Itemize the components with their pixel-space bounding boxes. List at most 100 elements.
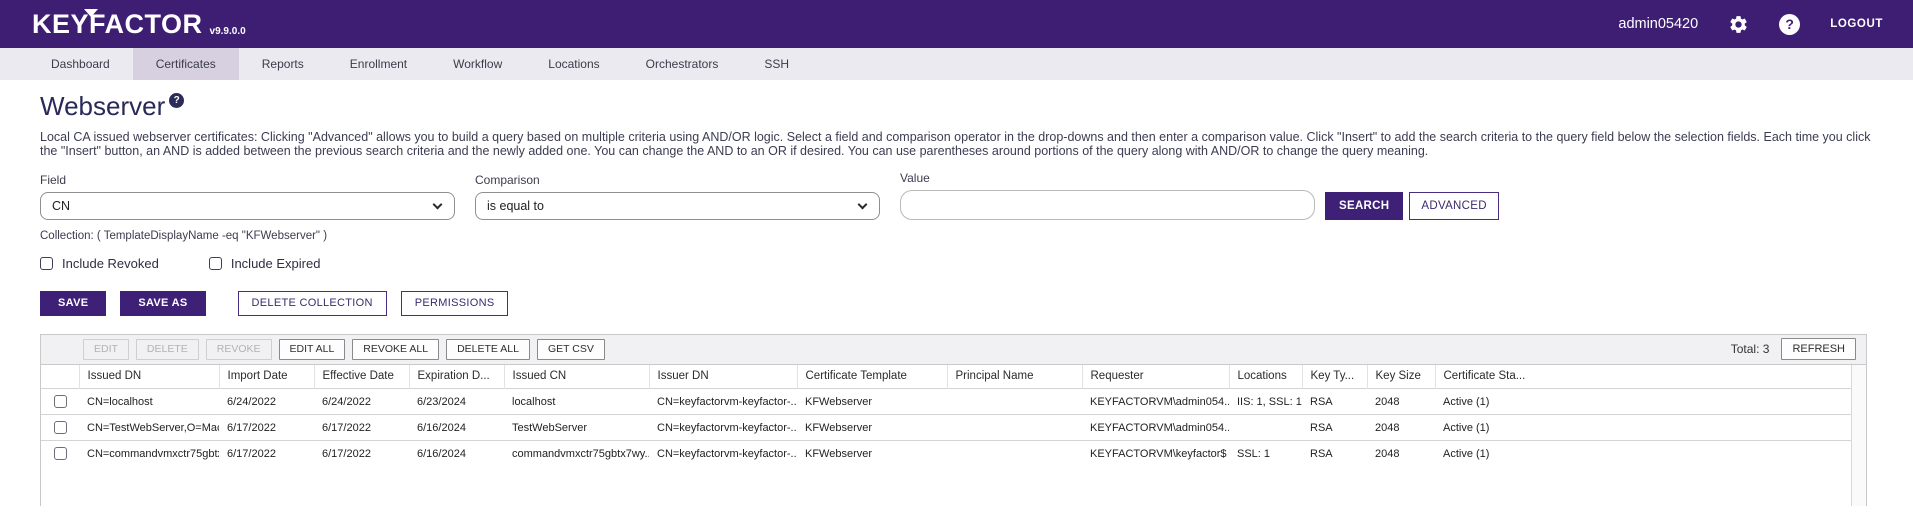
col-certificate-template[interactable]: Certificate Template — [797, 365, 947, 389]
field-select[interactable]: CN — [40, 192, 455, 220]
table-row[interactable]: CN=commandvmxctr75gbtx... 6/17/2022 6/17… — [41, 441, 1866, 467]
cell-issued-cn: TestWebServer — [504, 415, 649, 441]
col-principal-name[interactable]: Principal Name — [947, 365, 1082, 389]
include-expired-option[interactable]: Include Expired — [209, 256, 321, 271]
cell-issuer-dn: CN=keyfactorvm-keyfactor-... — [649, 441, 797, 467]
grid-scrollbar[interactable] — [1851, 365, 1866, 506]
cell-certificate-template: KFWebserver — [797, 415, 947, 441]
nav-item-orchestrators[interactable]: Orchestrators — [623, 48, 742, 80]
nav-item-workflow[interactable]: Workflow — [430, 48, 525, 80]
delete-collection-button[interactable]: DELETE COLLECTION — [238, 291, 387, 316]
cell-expiration-date: 6/16/2024 — [409, 415, 504, 441]
col-issued-dn[interactable]: Issued DN — [79, 365, 219, 389]
logo-text: KEYFACTOR — [32, 9, 203, 39]
cell-key-size: 2048 — [1367, 441, 1435, 467]
nav-item-reports[interactable]: Reports — [239, 48, 327, 80]
app-version: v9.9.0.0 — [210, 26, 246, 37]
collection-query: Collection: ( TemplateDisplayName -eq "K… — [40, 230, 1875, 242]
table-row[interactable]: CN=localhost 6/24/2022 6/24/2022 6/23/20… — [41, 389, 1866, 415]
cell-issued-cn: localhost — [504, 389, 649, 415]
nav-item-locations[interactable]: Locations — [525, 48, 622, 80]
row-checkbox[interactable] — [54, 395, 67, 408]
keyfactor-logo: KEYFACTOR — [32, 11, 203, 38]
col-certificate-status[interactable]: Certificate Sta... — [1435, 365, 1866, 389]
include-expired-checkbox[interactable] — [209, 257, 222, 270]
brand: KEYFACTOR v9.9.0.0 — [32, 11, 246, 38]
logged-in-username: admin05420 — [1618, 16, 1698, 32]
site-header: KEYFACTOR v9.9.0.0 admin05420 ? LOGOUT — [0, 0, 1913, 48]
include-revoked-label: Include Revoked — [62, 256, 159, 271]
col-expiration-date[interactable]: Expiration D... — [409, 365, 504, 389]
cell-effective-date: 6/17/2022 — [314, 441, 409, 467]
comparison-select[interactable]: is equal to — [475, 192, 880, 220]
col-issued-cn[interactable]: Issued CN — [504, 365, 649, 389]
cell-principal-name — [947, 389, 1082, 415]
grid-toolbar: EDIT DELETE REVOKE EDIT ALL REVOKE ALL D… — [41, 335, 1866, 365]
cell-certificate-status: Active (1) — [1435, 415, 1866, 441]
cell-issued-dn: CN=localhost — [79, 389, 219, 415]
cell-principal-name — [947, 441, 1082, 467]
select-all-header — [41, 365, 79, 389]
cell-effective-date: 6/24/2022 — [314, 389, 409, 415]
permissions-button[interactable]: PERMISSIONS — [401, 291, 509, 316]
main-nav: Dashboard Certificates Reports Enrollmen… — [0, 48, 1913, 80]
nav-item-certificates[interactable]: Certificates — [133, 48, 239, 80]
collection-actions: SAVE SAVE AS DELETE COLLECTION PERMISSIO… — [40, 291, 1875, 316]
col-requester[interactable]: Requester — [1082, 365, 1229, 389]
row-checkbox[interactable] — [54, 421, 67, 434]
cell-key-type: RSA — [1302, 415, 1367, 441]
cell-certificate-template: KFWebserver — [797, 389, 947, 415]
gear-icon[interactable] — [1728, 14, 1749, 35]
table-row[interactable]: CN=TestWebServer,O=Mac... 6/17/2022 6/17… — [41, 415, 1866, 441]
delete-button: DELETE — [136, 339, 199, 360]
cell-issued-cn: commandvmxctr75gbtx7wy... — [504, 441, 649, 467]
certificate-grid: EDIT DELETE REVOKE EDIT ALL REVOKE ALL D… — [40, 334, 1867, 506]
cell-locations: IIS: 1, SSL: 1 — [1229, 389, 1302, 415]
logout-button[interactable]: LOGOUT — [1830, 18, 1883, 30]
col-key-size[interactable]: Key Size — [1367, 365, 1435, 389]
revoke-button: REVOKE — [206, 339, 272, 360]
include-revoked-checkbox[interactable] — [40, 257, 53, 270]
col-key-type[interactable]: Key Ty... — [1302, 365, 1367, 389]
cell-import-date: 6/17/2022 — [219, 415, 314, 441]
help-icon[interactable]: ? — [1779, 14, 1800, 35]
revoke-all-button[interactable]: REVOKE ALL — [352, 339, 439, 360]
title-help-icon[interactable]: ? — [169, 93, 184, 108]
advanced-button[interactable]: ADVANCED — [1409, 192, 1498, 220]
header-right: admin05420 ? LOGOUT — [1618, 14, 1883, 35]
value-input[interactable] — [900, 190, 1315, 220]
chevron-down-icon — [858, 199, 868, 209]
certificate-table: Issued DN Import Date Effective Date Exp… — [41, 365, 1866, 467]
save-button[interactable]: SAVE — [40, 291, 106, 316]
cell-key-type: RSA — [1302, 441, 1367, 467]
edit-all-button[interactable]: EDIT ALL — [279, 339, 346, 360]
get-csv-button[interactable]: GET CSV — [537, 339, 605, 360]
col-locations[interactable]: Locations — [1229, 365, 1302, 389]
nav-item-enrollment[interactable]: Enrollment — [327, 48, 430, 80]
page-title: Webserver — [40, 92, 165, 121]
col-issuer-dn[interactable]: Issuer DN — [649, 365, 797, 389]
row-checkbox[interactable] — [54, 447, 67, 460]
cell-requester: KEYFACTORVM\admin054... — [1082, 389, 1229, 415]
field-select-value: CN — [52, 199, 70, 213]
cell-key-size: 2048 — [1367, 415, 1435, 441]
include-expired-label: Include Expired — [231, 256, 321, 271]
cell-import-date: 6/24/2022 — [219, 389, 314, 415]
value-label: Value — [900, 171, 1315, 185]
cell-certificate-status: Active (1) — [1435, 441, 1866, 467]
include-revoked-option[interactable]: Include Revoked — [40, 256, 159, 271]
nav-item-ssh[interactable]: SSH — [741, 48, 812, 80]
nav-item-dashboard[interactable]: Dashboard — [28, 48, 133, 80]
delete-all-button[interactable]: DELETE ALL — [446, 339, 530, 360]
cell-locations: SSL: 1 — [1229, 441, 1302, 467]
save-as-button[interactable]: SAVE AS — [120, 291, 205, 316]
cell-principal-name — [947, 415, 1082, 441]
col-effective-date[interactable]: Effective Date — [314, 365, 409, 389]
cell-expiration-date: 6/23/2024 — [409, 389, 504, 415]
table-header-row: Issued DN Import Date Effective Date Exp… — [41, 365, 1866, 389]
logo-caret-icon — [84, 9, 98, 17]
col-import-date[interactable]: Import Date — [219, 365, 314, 389]
search-button[interactable]: SEARCH — [1325, 192, 1403, 220]
refresh-button[interactable]: REFRESH — [1781, 338, 1856, 360]
cell-issued-dn: CN=TestWebServer,O=Mac... — [79, 415, 219, 441]
